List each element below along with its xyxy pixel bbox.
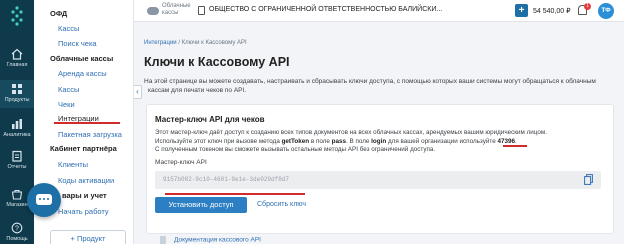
master-key-field[interactable]: 9157b082-9c10-4601-9e1e-3de029df8d7	[155, 171, 601, 189]
home-icon	[11, 48, 23, 60]
menu-section-goods: вары и учет	[62, 191, 107, 200]
svg-text:?: ?	[15, 226, 19, 233]
reset-key-link[interactable]: Сбросить ключ	[257, 201, 306, 208]
organization-login: 47396	[497, 137, 515, 145]
menu-item-ofd-kassy[interactable]: Кассы	[58, 24, 79, 33]
organization-name[interactable]: ОБЩЕСТВО С ОГРАНИЧЕННОЙ ОТВЕТСТВЕННОСТЬЮ…	[209, 6, 442, 13]
breadcrumb: Интеграции / Ключи к Кассовому API	[144, 40, 247, 46]
cloud-icon	[147, 7, 159, 15]
main-content: Интеграции / Ключи к Кассовому API Ключи…	[134, 22, 624, 244]
menu-item-cloud-kassy[interactable]: Кассы	[58, 85, 79, 94]
menu-item-get-started[interactable]: Начать работу	[58, 207, 109, 216]
menu-item-activation-codes[interactable]: Коды активации	[58, 176, 114, 185]
shop-icon	[11, 189, 23, 200]
page-title: Ключи к Кассовому API	[144, 55, 290, 69]
organization-icon	[198, 6, 205, 15]
account-balance[interactable]: 54 540,00 ₽	[533, 7, 571, 15]
rail-item-label: Магазин	[6, 202, 28, 208]
key-label: Мастер-ключ API	[155, 159, 207, 166]
clipboard-icon	[12, 150, 22, 162]
master-key-value: 9157b082-9c10-4601-9e1e-3de029df8d7	[163, 176, 290, 183]
grid-icon	[12, 84, 22, 94]
rail-item-reports[interactable]: Отчеты	[0, 150, 34, 170]
login-underline	[503, 145, 527, 147]
add-funds-button[interactable]: +	[515, 4, 528, 17]
active-item-underline	[54, 122, 120, 124]
menu-section-ofd: ОФД	[50, 9, 68, 18]
rail-item-analytics[interactable]: Аналитика	[0, 118, 34, 138]
chat-button[interactable]	[27, 183, 61, 217]
menu-section-partner: Кабинет партнёра	[50, 144, 117, 153]
menu-item-search-receipt[interactable]: Поиск чека	[58, 39, 97, 48]
rail-item-label: Помощь	[6, 236, 28, 242]
app-logo-icon	[11, 6, 23, 26]
page-intro: На этой странице вы можете создавать, на…	[144, 78, 596, 94]
card-title: Мастер-ключ API для чеков	[155, 115, 265, 124]
menu-section-cloud: Облачные кассы	[50, 54, 114, 63]
rail-item-help[interactable]: ? Помощь	[0, 222, 34, 242]
notification-badge: 1	[584, 3, 591, 10]
card-description: Этот мастер-ключ даёт доступ к созданию …	[155, 129, 547, 153]
copy-icon[interactable]	[584, 174, 593, 185]
avatar[interactable]: ТФ	[598, 3, 614, 19]
menu-item-batch-upload[interactable]: Пакетная загрузка	[58, 130, 122, 139]
document-icon	[160, 236, 166, 244]
menu-item-rent-kassa[interactable]: Аренда кассы	[58, 69, 107, 78]
menu-item-receipts[interactable]: Чеки	[58, 100, 75, 109]
product-switcher[interactable]: Облачные кассы	[162, 3, 191, 17]
rail-item-products[interactable]: Продукты	[0, 80, 34, 108]
rail-item-label: Главная	[6, 62, 28, 68]
breadcrumb-current: Ключи к Кассовому API	[181, 40, 247, 46]
set-access-button[interactable]: Установить доступ	[155, 197, 247, 213]
documentation-link[interactable]: Документация кассового API	[160, 236, 261, 244]
chart-icon	[12, 119, 22, 129]
key-underline	[165, 193, 305, 195]
breadcrumb-integrations-link[interactable]: Интеграции	[144, 40, 177, 46]
rail-item-label: Продукты	[4, 97, 30, 103]
master-key-card: Мастер-ключ API для чеков Этот мастер-кл…	[146, 104, 614, 234]
top-bar: Облачные кассы ОБЩЕСТВО С ОГРАНИЧЕННОЙ О…	[134, 0, 624, 22]
help-icon: ?	[11, 222, 23, 234]
add-product-button[interactable]: + Продукт	[50, 230, 126, 244]
menu-item-clients[interactable]: Клиенты	[58, 160, 88, 169]
rail-item-label: Отчеты	[7, 164, 27, 170]
rail-item-home[interactable]: Главная	[0, 48, 34, 68]
rail-item-label: Аналитика	[3, 132, 31, 138]
